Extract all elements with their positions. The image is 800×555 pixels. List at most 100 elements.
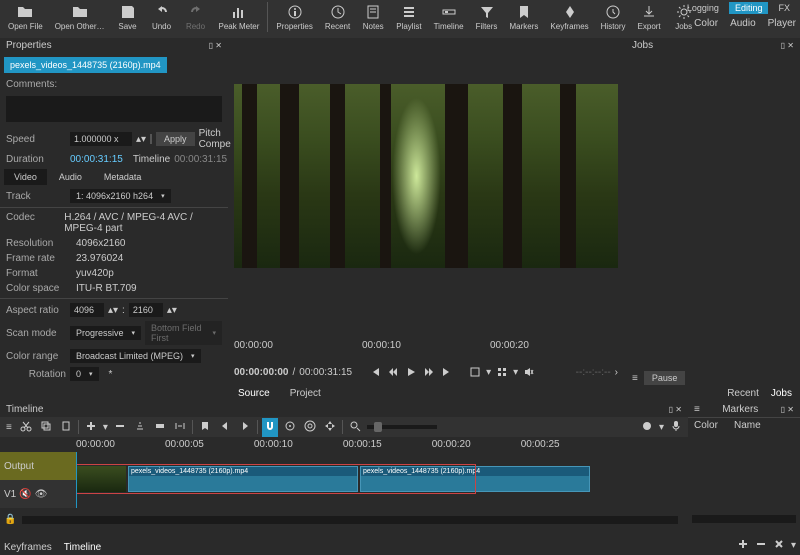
tab-video[interactable]: Video (4, 169, 47, 185)
panel-controls[interactable]: ▯ ✕ (209, 41, 222, 50)
track-head-v1[interactable]: V1 🔇 👁 (0, 480, 76, 508)
ripple-icon[interactable] (302, 418, 318, 437)
apply-button[interactable]: Apply (156, 132, 195, 146)
tab-timeline-bottom[interactable]: Timeline (64, 542, 101, 553)
aspect-h-input[interactable] (129, 303, 163, 317)
recent-button[interactable]: Recent (321, 2, 354, 33)
tab-logging[interactable]: Logging (681, 2, 725, 14)
notes-button[interactable]: Notes (358, 2, 388, 33)
chevron-right-icon[interactable]: › (615, 367, 618, 378)
playlist-button[interactable]: Playlist (392, 2, 425, 33)
speed-checkbox[interactable] (150, 134, 152, 144)
aspect-w-input[interactable] (70, 303, 104, 317)
lock-icon[interactable]: 👁 (35, 489, 48, 500)
colorrange-dropdown[interactable]: Broadcast Limited (MPEG) (70, 349, 201, 363)
tab-editing[interactable]: Editing (729, 2, 769, 14)
aspect-w-stepper[interactable]: ▴▾ (108, 305, 118, 316)
skip-start-icon[interactable] (368, 365, 382, 379)
mute-track-icon[interactable]: 🔇 (19, 489, 31, 500)
copy-icon[interactable] (38, 418, 54, 437)
export-button[interactable]: Export (634, 2, 665, 33)
resolution-label: Resolution (6, 238, 76, 249)
speed-input[interactable] (70, 132, 132, 146)
timeline-tracks[interactable]: pexels_videos_1448735 (2160p).mp4 pexels… (76, 452, 688, 508)
scanmode-dropdown[interactable]: Progressive (70, 326, 141, 340)
open-other-button[interactable]: Open Other… (51, 2, 109, 33)
mic-icon[interactable] (668, 418, 684, 437)
zoom-slider[interactable] (367, 425, 437, 429)
next-marker-icon[interactable] (237, 418, 253, 437)
undo-button[interactable]: Undo (147, 2, 177, 33)
save-button[interactable]: Save (113, 2, 143, 33)
timeline-panel-controls[interactable]: ▯ ✕ (669, 405, 682, 414)
cut-icon[interactable] (18, 418, 34, 437)
ripple-all-icon[interactable] (322, 418, 338, 437)
timeline-scrollbar[interactable] (22, 516, 678, 524)
aspect-h-stepper[interactable]: ▴▾ (167, 305, 177, 316)
record-icon[interactable] (639, 418, 655, 437)
open-file-button[interactable]: Open File (4, 2, 47, 33)
filters-button[interactable]: Filters (472, 2, 502, 33)
tab-source[interactable]: Source (234, 386, 274, 401)
tab-player[interactable]: Player (768, 18, 796, 29)
track-head-output[interactable]: Output (0, 452, 76, 480)
split-icon[interactable] (172, 418, 188, 437)
prev-marker-icon[interactable] (217, 418, 233, 437)
tab-metadata[interactable]: Metadata (94, 169, 152, 185)
tab-project[interactable]: Project (286, 386, 325, 401)
redo-button[interactable]: Redo (181, 2, 211, 33)
play-icon[interactable] (404, 365, 418, 379)
markers-panel-controls[interactable]: ▯ ✕ (781, 405, 794, 414)
comments-input[interactable] (6, 96, 222, 122)
timeline-button[interactable]: Timeline (430, 2, 468, 33)
zoom-in-icon[interactable] (347, 418, 363, 437)
track-dropdown[interactable]: 1: 4096x2160 h264 (70, 189, 171, 203)
pause-button[interactable]: Pause (644, 371, 686, 385)
track-lock-icon[interactable]: 🔒 (4, 514, 16, 525)
codec-value: H.264 / AVC / MPEG-4 AVC / MPEG-4 part (64, 212, 222, 234)
properties-button[interactable]: Properties (272, 2, 316, 33)
current-timecode[interactable]: 00:00:00:00 (234, 367, 288, 378)
markers-name-col[interactable]: Name (734, 420, 761, 431)
playhead[interactable] (76, 452, 77, 508)
lift-icon[interactable] (132, 418, 148, 437)
rotation-dropdown[interactable]: 0 (70, 367, 99, 381)
tab-keyframes-bottom[interactable]: Keyframes (4, 542, 52, 553)
tab-fx[interactable]: FX (772, 2, 796, 14)
tab-color[interactable]: Color (694, 18, 718, 29)
jobs-menu-icon[interactable]: ≡ (632, 373, 638, 384)
tab-audio-props[interactable]: Audio (49, 169, 92, 185)
fastfwd-icon[interactable] (422, 365, 436, 379)
marker-remove-tool[interactable] (755, 538, 767, 553)
marker-add-tool[interactable] (737, 538, 749, 553)
paste-icon[interactable] (58, 418, 74, 437)
peak-meter-button[interactable]: Peak Meter (215, 2, 264, 33)
history-button[interactable]: History (597, 2, 630, 33)
marker-add-icon[interactable] (197, 418, 213, 437)
marker-clear-tool[interactable] (773, 538, 785, 553)
tab-audio[interactable]: Audio (730, 18, 756, 29)
markers-scrollbar[interactable] (692, 515, 796, 523)
tab-recent[interactable]: Recent (727, 388, 759, 399)
video-preview[interactable] (234, 84, 618, 268)
timeline-ruler[interactable]: 00:00:0000:00:0500:00:1000:00:1500:00:20… (0, 437, 688, 452)
grid-icon[interactable] (495, 365, 509, 379)
snap-icon[interactable] (262, 418, 278, 437)
add-icon[interactable] (83, 418, 99, 437)
keyframes-button[interactable]: Keyframes (546, 2, 592, 33)
mute-icon[interactable] (522, 365, 536, 379)
player-ruler[interactable]: 00:00:0000:00:1000:00:20 (234, 340, 618, 358)
tl-menu-icon[interactable]: ≡ (4, 420, 14, 435)
jobs-panel-controls[interactable]: ▯ ✕ (781, 41, 794, 50)
remove-icon[interactable] (112, 418, 128, 437)
rewind-icon[interactable] (386, 365, 400, 379)
tab-jobs[interactable]: Jobs (771, 388, 792, 399)
overwrite-icon[interactable] (152, 418, 168, 437)
markers-button[interactable]: Markers (506, 2, 543, 33)
skip-end-icon[interactable] (440, 365, 454, 379)
speed-stepper[interactable]: ▴▾ (136, 134, 146, 145)
scrub-icon[interactable] (282, 418, 298, 437)
zoom-fit-icon[interactable] (468, 365, 482, 379)
clip-name-label[interactable]: pexels_videos_1448735 (2160p).mp4 (4, 57, 167, 73)
markers-color-col[interactable]: Color (694, 420, 734, 431)
